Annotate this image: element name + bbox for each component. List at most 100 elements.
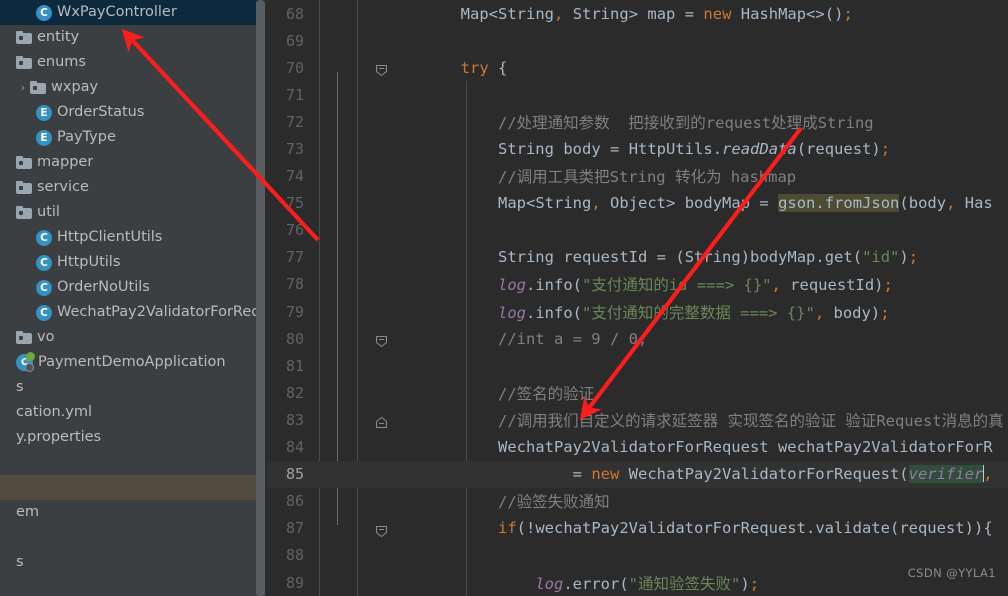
fold-gutter-cell[interactable]: [312, 0, 340, 27]
code-text[interactable]: log.info("支付通知的完整数据 ===> {}", body);: [386, 301, 1008, 323]
tree-item-s[interactable]: s: [0, 375, 268, 400]
gutter-spacer: [340, 27, 386, 54]
fold-gutter-cell[interactable]: [312, 81, 340, 108]
code-text[interactable]: = new WechatPay2ValidatorForRequest(veri…: [386, 465, 1008, 484]
code-line[interactable]: 71: [268, 81, 1008, 108]
fold-gutter-cell[interactable]: [312, 217, 340, 244]
code-text[interactable]: WechatPay2ValidatorForRequest wechatPay2…: [386, 438, 1008, 456]
code-editor[interactable]: 68 Map<String, String> map = new HashMap…: [268, 0, 1008, 596]
tree-item-y-properties[interactable]: y.properties: [0, 425, 268, 450]
code-line[interactable]: 69: [268, 27, 1008, 54]
project-tree-panel[interactable]: C WxPayController entity enums › wxpay E Ord…: [0, 0, 268, 596]
fold-gutter-cell[interactable]: [312, 190, 340, 217]
fold-end-icon[interactable]: [376, 414, 387, 429]
tree-item-util[interactable]: util: [0, 200, 268, 225]
code-text[interactable]: //调用我们自定义的请求延签器 实现签名的验证 验证Request消息的真: [386, 409, 1008, 431]
code-text[interactable]: //int a = 9 / 0;: [386, 330, 1008, 348]
code-line[interactable]: 89 log.error("通知验签失败");: [268, 569, 1008, 596]
folder-icon: [16, 331, 32, 344]
fold-gutter-cell[interactable]: [312, 352, 340, 379]
code-line[interactable]: 77 String requestId = (String)bodyMap.ge…: [268, 244, 1008, 271]
code-line[interactable]: 88: [268, 542, 1008, 569]
class-icon: C: [36, 229, 52, 246]
tree-item-service[interactable]: service: [0, 175, 268, 200]
tree-item-ordernoutils[interactable]: C OrderNoUtils: [0, 275, 268, 300]
fold-gutter-cell[interactable]: [312, 488, 340, 515]
tree-item-blank[interactable]: [0, 450, 268, 475]
fold-gutter-cell[interactable]: [312, 325, 387, 352]
code-line[interactable]: 73 String body = HttpUtils.readData(requ…: [268, 135, 1008, 162]
code-line[interactable]: 83 //调用我们自定义的请求延签器 实现签名的验证 验证Request消息的真: [268, 406, 1008, 433]
tree-item-blank[interactable]: [0, 475, 268, 500]
tree-item-paymentdemoapplication[interactable]: C PaymentDemoApplication: [0, 350, 268, 375]
fold-gutter-cell[interactable]: [312, 163, 340, 190]
chevron-right-icon[interactable]: ›: [16, 75, 30, 100]
fold-gutter-cell[interactable]: [312, 379, 340, 406]
fold-collapse-icon[interactable]: [376, 333, 387, 348]
fold-gutter-cell[interactable]: [312, 135, 340, 162]
tree-item-em[interactable]: em: [0, 500, 268, 525]
tree-item-label: s: [16, 379, 24, 395]
code-line[interactable]: 86 //验签失败通知: [268, 488, 1008, 515]
fold-gutter-cell[interactable]: [312, 244, 340, 271]
project-tree-list[interactable]: C WxPayController entity enums › wxpay E Ord…: [0, 0, 268, 575]
tree-item-mapper[interactable]: mapper: [0, 150, 268, 175]
code-line[interactable]: 72 //处理通知参数 把接收到的request处理成String: [268, 108, 1008, 135]
tree-item-paytype[interactable]: E PayType: [0, 125, 268, 150]
tree-item-entity[interactable]: entity: [0, 25, 268, 50]
fold-gutter-cell[interactable]: [312, 298, 340, 325]
tree-item-s[interactable]: s: [0, 550, 268, 575]
tree-item-httputils[interactable]: C HttpUtils: [0, 250, 268, 275]
fold-gutter-cell[interactable]: [312, 515, 387, 542]
fold-gutter-cell[interactable]: [312, 542, 340, 569]
tree-item-cation-yml[interactable]: cation.yml: [0, 400, 268, 425]
code-text[interactable]: Map<String, String> map = new HashMap<>(…: [386, 5, 1008, 23]
tree-item-wxpay[interactable]: › wxpay: [0, 75, 268, 100]
tree-item-enums[interactable]: enums: [0, 50, 268, 75]
fold-gutter-cell[interactable]: [312, 108, 340, 135]
fold-gutter-cell[interactable]: [312, 461, 340, 488]
line-number: 87: [285, 519, 304, 538]
code-text[interactable]: //调用工具类把String 转化为 hashmap: [386, 165, 1008, 187]
fold-gutter-cell[interactable]: [312, 434, 340, 461]
code-line[interactable]: 68 Map<String, String> map = new HashMap…: [268, 0, 1008, 27]
code-text[interactable]: //签名的验证: [386, 382, 1008, 404]
sidebar-scrollbar-thumb[interactable]: [256, 0, 265, 596]
line-number: 83: [285, 410, 304, 429]
code-text[interactable]: try {: [386, 59, 1008, 77]
code-line[interactable]: 80 //int a = 9 / 0;: [268, 325, 1008, 352]
fold-gutter-cell[interactable]: [312, 406, 387, 433]
code-line[interactable]: 85 = new WechatPay2ValidatorForRequest(v…: [268, 460, 1008, 488]
code-line[interactable]: 78 log.info("支付通知的id ===> {}", requestId…: [268, 271, 1008, 298]
code-line[interactable]: 81: [268, 352, 1008, 379]
fold-gutter-cell[interactable]: [312, 27, 340, 54]
fold-gutter-cell[interactable]: [312, 54, 387, 81]
tree-item-orderstatus[interactable]: E OrderStatus: [0, 100, 268, 125]
code-line[interactable]: 76: [268, 217, 1008, 244]
code-text[interactable]: //验签失败通知: [386, 490, 1008, 512]
code-text[interactable]: if(!wechatPay2ValidatorForRequest.valida…: [386, 519, 1008, 537]
fold-gutter-cell[interactable]: [312, 271, 340, 298]
fold-collapse-icon[interactable]: [376, 523, 387, 537]
tree-item-blank[interactable]: [0, 525, 268, 550]
code-text[interactable]: //处理通知参数 把接收到的request处理成String: [386, 111, 1008, 133]
code-text[interactable]: log.info("支付通知的id ===> {}", requestId);: [386, 273, 1008, 295]
tree-item-wechatpay2validatorforrequest[interactable]: C WechatPay2ValidatorForRequest: [0, 300, 268, 325]
code-line[interactable]: 70 try {: [268, 54, 1008, 81]
code-line[interactable]: 87 if(!wechatPay2ValidatorForRequest.val…: [268, 515, 1008, 542]
code-text[interactable]: String requestId = (String)bodyMap.get("…: [386, 248, 1008, 266]
code-text[interactable]: String body = HttpUtils.readData(request…: [386, 140, 1008, 158]
tree-item-httpclientutils[interactable]: C HttpClientUtils: [0, 225, 268, 250]
code-text[interactable]: Map<String, Object> bodyMap = gson.fromJ…: [386, 194, 1008, 213]
tree-item-vo[interactable]: vo: [0, 325, 268, 350]
code-line[interactable]: 79 log.info("支付通知的完整数据 ===> {}", body);: [268, 298, 1008, 325]
fold-gutter-cell[interactable]: [312, 569, 340, 596]
sidebar-vertical-scrollbar[interactable]: [256, 0, 265, 596]
fold-collapse-icon[interactable]: [376, 62, 387, 77]
code-line[interactable]: 75 Map<String, Object> bodyMap = gson.fr…: [268, 190, 1008, 217]
code-line[interactable]: 84 WechatPay2ValidatorForRequest wechatP…: [268, 434, 1008, 461]
code-line[interactable]: 74 //调用工具类把String 转化为 hashmap: [268, 163, 1008, 190]
code-lines-container[interactable]: 68 Map<String, String> map = new HashMap…: [268, 0, 1008, 596]
tree-item-wxpaycontroller[interactable]: C WxPayController: [0, 0, 268, 25]
code-line[interactable]: 82 //签名的验证: [268, 379, 1008, 406]
